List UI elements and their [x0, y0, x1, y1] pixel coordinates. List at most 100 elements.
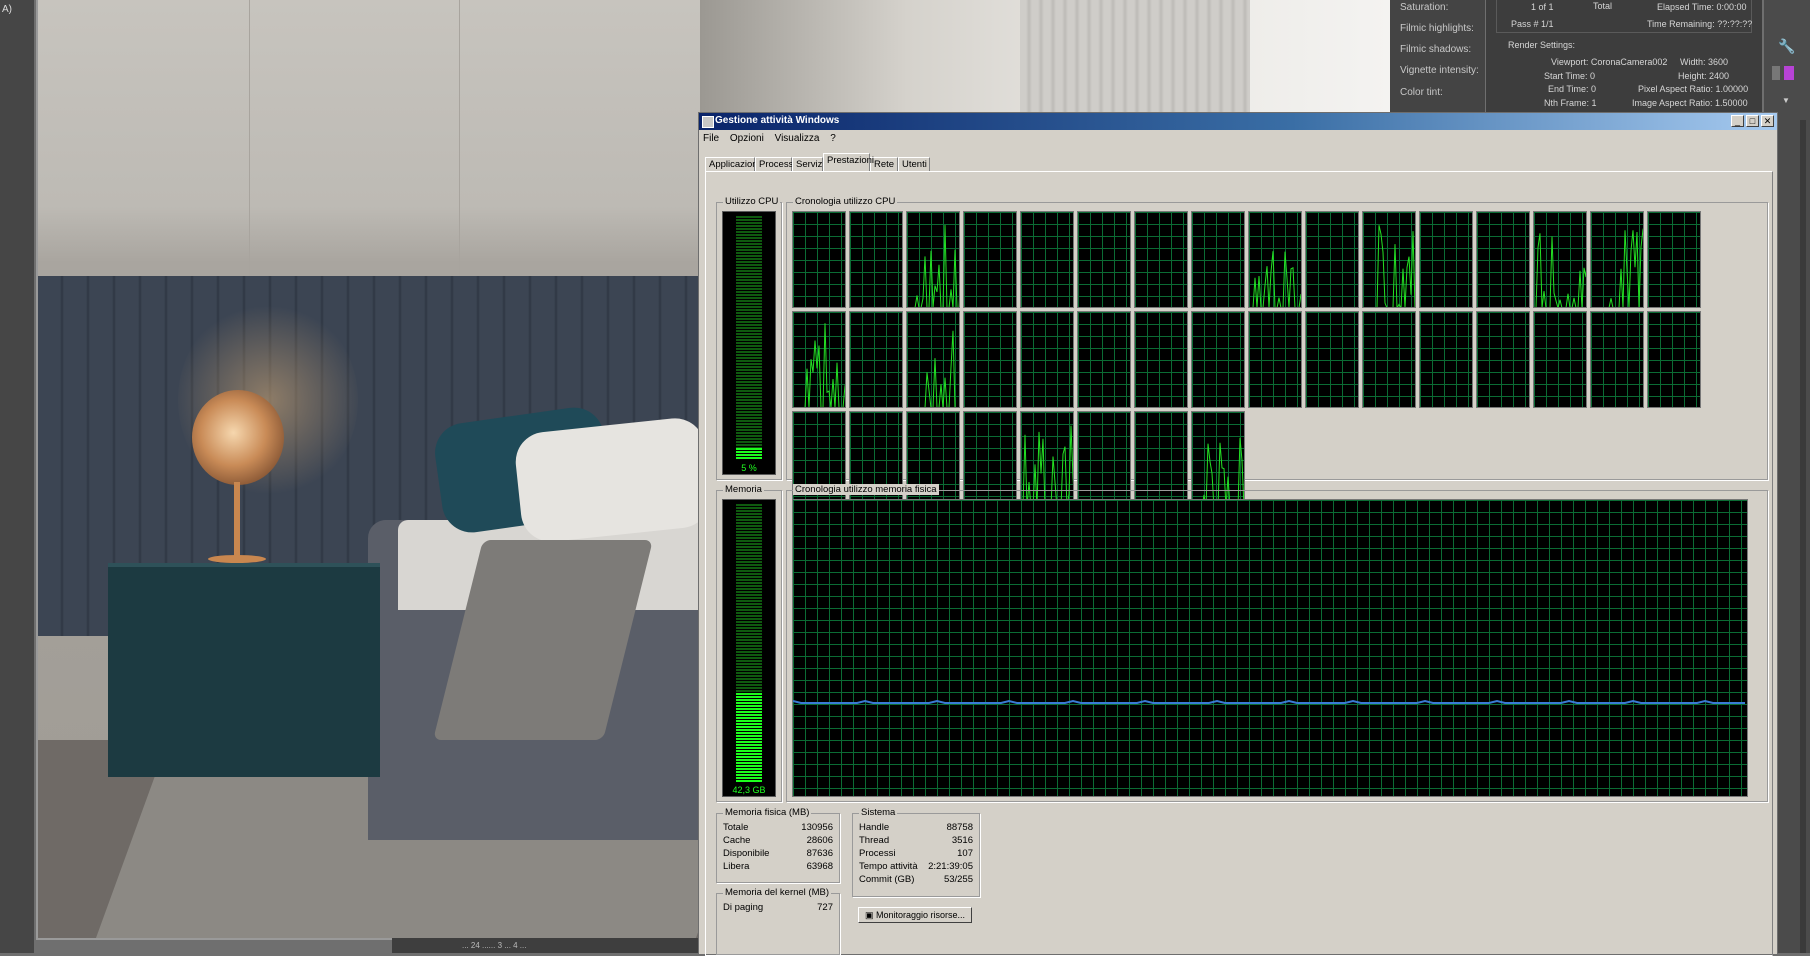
pass-info-box: 1 of 1 Total Elapsed Time: 0:00:00 Pass … [1496, 0, 1752, 33]
cpu-core-graph [1476, 311, 1530, 408]
cpu-history-label: Cronologia utilizzo CPU [793, 196, 898, 207]
render-setting: Nth Frame: 1 [1544, 98, 1597, 108]
viewport-status-bar: ... 24 ...... 3 ... 4 ... [392, 938, 698, 953]
maximize-button[interactable]: □ [1746, 115, 1759, 127]
menu-file[interactable]: File [703, 133, 719, 144]
cpu-core-svg [1252, 251, 1301, 307]
render-settings-title: Render Settings: [1508, 40, 1576, 50]
cpu-core-graph [1362, 211, 1416, 308]
elapsed-time: Elapsed Time: 0:00:00 [1657, 2, 1747, 12]
stat-row: Processi 107 [859, 848, 973, 860]
window-title: Gestione attività Windows [715, 115, 840, 126]
cpu-history-group: Cronologia utilizzo CPU [786, 196, 1768, 508]
cpu-core-line [804, 323, 845, 407]
stat-value: 53/255 [943, 874, 973, 885]
pass-number: Pass # 1/1 [1511, 19, 1554, 29]
tab-processi[interactable]: Processi [755, 157, 795, 171]
cpu-core-graph [1191, 311, 1245, 408]
render-curtain [1020, 0, 1250, 112]
tone-label: Color tint: [1400, 87, 1443, 98]
render-setting: Viewport: CoronaCamera002 [1551, 57, 1668, 67]
render-lamp-base [208, 555, 266, 563]
pass-total-label: Total [1593, 1, 1613, 11]
memory-meter-fill [736, 693, 762, 782]
kernel-memory-group: Memoria del kernel (MB) Di paging 727 [716, 887, 840, 955]
wrench-icon[interactable]: 🔧 [1778, 38, 1795, 55]
title-bar[interactable]: Gestione attività Windows _ □ ✕ [699, 113, 1777, 130]
cpu-core-graph [1020, 311, 1074, 408]
memory-group: Memoria 42,3 GB [716, 484, 782, 802]
cpu-core-graph [1647, 311, 1701, 408]
cpu-meter-fill [736, 448, 762, 460]
cpu-usage-label: Utilizzo CPU [723, 196, 781, 207]
physical-memory-group: Memoria fisica (MB) Totale 130956 Cache 28… [716, 807, 840, 883]
cpu-usage-meter: 5 % [722, 211, 776, 475]
tab-rete[interactable]: Rete [870, 157, 898, 171]
stat-label: Totale [723, 822, 749, 833]
memory-history-svg [793, 699, 1745, 704]
render-pillow-white [512, 415, 700, 545]
cpu-core-graph [1305, 311, 1359, 408]
system-group: Sistema Handle 88758 Thread 3516 Processi 1… [852, 807, 980, 897]
resource-monitor-button[interactable]: ▣ Monitoraggio risorse... [858, 907, 973, 923]
cpu-core-graph [1533, 311, 1587, 408]
stat-label: Handle [859, 822, 890, 833]
menu-view[interactable]: Visualizza [775, 133, 820, 144]
color-swatch-purple[interactable] [1784, 66, 1794, 80]
menu-bar: File Opzioni Visualizza ? [703, 133, 844, 147]
memory-meter: 42,3 GB [722, 499, 776, 797]
stat-label: Libera [723, 861, 750, 872]
color-swatch-gray[interactable] [1772, 66, 1780, 80]
stat-value: 2:21:39:05 [928, 861, 973, 872]
menu-help[interactable]: ? [830, 133, 836, 144]
tab-servizi[interactable]: Servizi [792, 157, 825, 171]
stat-row: Cache 28606 [723, 835, 833, 847]
stat-row: Disponibile 87636 [723, 848, 833, 860]
menu-options[interactable]: Opzioni [730, 133, 764, 144]
minimize-button[interactable]: _ [1731, 115, 1744, 127]
time-remaining: Time Remaining: ??:??:?? [1647, 19, 1753, 29]
cpu-core-graph [906, 211, 960, 308]
memory-label: Memoria [723, 484, 764, 495]
tone-label: Filmic highlights: [1400, 23, 1474, 34]
dropdown-arrow-icon[interactable]: ▼ [1782, 96, 1790, 105]
tone-label: Vignette intensity: [1400, 65, 1479, 76]
cpu-core-graph [1419, 211, 1473, 308]
close-button[interactable]: ✕ [1761, 115, 1774, 127]
cpu-core-graph [1191, 211, 1245, 308]
memory-usage-line [793, 699, 1745, 704]
corona-tone-panel: Saturation: Filmic highlights: Filmic sh… [1390, 0, 1485, 112]
cpu-core-graph [1134, 311, 1188, 408]
cpu-core-graph [1590, 311, 1644, 408]
render-viewport [36, 0, 700, 940]
cpu-core-graph [1248, 211, 1302, 308]
cpu-usage-group: Utilizzo CPU 5 % [716, 196, 782, 480]
memory-history-graph [792, 499, 1748, 797]
stat-value: 28606 [806, 835, 833, 846]
cpu-core-graph [1305, 211, 1359, 308]
pass-count: 1 of 1 [1531, 2, 1554, 12]
render-preview-top [700, 0, 1390, 112]
kernel-memory-title: Memoria del kernel (MB) [723, 887, 831, 898]
system-title: Sistema [859, 807, 898, 818]
tab-prestazioni[interactable]: Prestazioni [823, 153, 874, 171]
cpu-core-graph [849, 311, 903, 408]
viewport-status-text: ... 24 ...... 3 ... 4 ... [462, 941, 527, 950]
tone-label: Saturation: [1400, 2, 1449, 13]
cpu-core-graph [1077, 211, 1131, 308]
cpu-core-graph [1533, 211, 1587, 308]
task-manager-window: Gestione attività Windows _ □ ✕ File Opz… [698, 112, 1778, 956]
panel-scrollbar[interactable] [1800, 120, 1806, 953]
stat-row: Libera 63968 [723, 861, 833, 873]
cpu-core-svg [804, 323, 845, 407]
cpu-core-line [1608, 227, 1643, 307]
tab-applicazioni[interactable]: Applicazioni [705, 157, 760, 171]
stat-value: 88758 [946, 822, 973, 833]
stat-value: 727 [817, 902, 833, 913]
memory-usage-value: 42,3 GB [732, 785, 766, 795]
tab-utenti[interactable]: Utenti [898, 157, 930, 171]
cpu-core-graph [792, 211, 846, 308]
stat-row: Handle 88758 [859, 822, 973, 834]
physical-memory-title: Memoria fisica (MB) [723, 807, 812, 818]
stat-label: Disponibile [723, 848, 770, 859]
